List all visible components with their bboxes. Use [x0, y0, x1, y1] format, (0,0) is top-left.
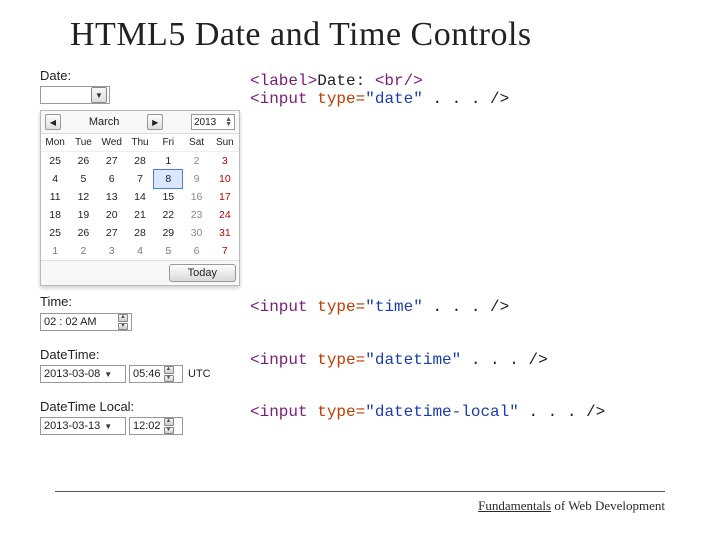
datetime-date-input[interactable]: 2013-03-08▼ — [40, 365, 126, 383]
cal-day[interactable]: 29 — [154, 224, 182, 242]
cal-day[interactable]: 6 — [182, 242, 210, 260]
time-input[interactable]: 02 : 02 AM ▲▼ — [40, 313, 132, 331]
cal-day[interactable]: 21 — [126, 206, 154, 224]
cal-day[interactable]: 10 — [211, 170, 239, 188]
cal-day[interactable]: 5 — [154, 242, 182, 260]
cal-day[interactable]: 1 — [41, 242, 69, 260]
cal-day[interactable]: 1 — [154, 152, 182, 170]
cal-day[interactable]: 5 — [69, 170, 97, 188]
date-input[interactable]: ▼ — [40, 86, 110, 104]
cal-day[interactable]: 31 — [211, 224, 239, 242]
datetimelocal-row: DateTime Local: 2013-03-13▼ 12:02▲▼ <inp… — [40, 399, 680, 435]
spinner-icon[interactable]: ▲▼ — [164, 366, 174, 382]
cal-day-selected[interactable]: 8 — [154, 170, 182, 188]
code-time: <input type="time" . . . /> — [250, 294, 680, 316]
cal-day[interactable]: 23 — [182, 206, 210, 224]
cal-day[interactable]: 17 — [211, 188, 239, 206]
datetimelocal-date-input[interactable]: 2013-03-13▼ — [40, 417, 126, 435]
cal-day[interactable]: 27 — [98, 224, 126, 242]
cal-day[interactable]: 19 — [69, 206, 97, 224]
cal-day[interactable]: 3 — [211, 152, 239, 170]
cal-day[interactable]: 13 — [98, 188, 126, 206]
cal-day[interactable]: 7 — [126, 170, 154, 188]
calendar-year-value: 2013 — [194, 117, 216, 128]
cal-day[interactable]: 25 — [41, 224, 69, 242]
chevron-down-icon[interactable]: ▼ — [91, 87, 107, 103]
cal-day[interactable]: 25 — [41, 152, 69, 170]
dow: Mon — [41, 134, 69, 152]
footer-text: Fundamentals of Web Development — [478, 498, 665, 514]
cal-day[interactable]: 16 — [182, 188, 210, 206]
next-month-button[interactable]: ▶ — [147, 114, 163, 130]
code-datetime: <input type="datetime" . . . /> — [250, 347, 680, 369]
prev-month-button[interactable]: ◀ — [45, 114, 61, 130]
datetimelocal-label: DateTime Local: — [40, 399, 250, 414]
time-label: Time: — [40, 294, 250, 309]
cal-day[interactable]: 14 — [126, 188, 154, 206]
cal-day[interactable]: 7 — [211, 242, 239, 260]
cal-day[interactable]: 12 — [69, 188, 97, 206]
utc-label: UTC — [188, 368, 211, 380]
dow: Sat — [182, 134, 210, 152]
code-datetimelocal: <input type="datetime-local" . . . /> — [250, 399, 680, 421]
code-date: <label>Date: <br/> <input type="date" . … — [250, 68, 680, 108]
dow: Wed — [98, 134, 126, 152]
time-value: 02 : 02 AM — [44, 316, 97, 328]
dow: Tue — [69, 134, 97, 152]
cal-day[interactable]: 26 — [69, 152, 97, 170]
cal-day[interactable]: 11 — [41, 188, 69, 206]
time-spinner[interactable]: ▲▼ — [118, 314, 128, 330]
date-label: Date: — [40, 68, 250, 83]
cal-day[interactable]: 28 — [126, 152, 154, 170]
cal-day[interactable]: 22 — [154, 206, 182, 224]
datetime-time-input[interactable]: 05:46▲▼ — [129, 365, 183, 383]
cal-day[interactable]: 15 — [154, 188, 182, 206]
calendar-year[interactable]: 2013 ▲▼ — [191, 114, 235, 130]
today-button[interactable]: Today — [169, 264, 236, 282]
dow: Sun — [211, 134, 239, 152]
datetime-row: DateTime: 2013-03-08▼ 05:46▲▼ UTC <input… — [40, 347, 680, 383]
slide-title: HTML5 Date and Time Controls — [70, 16, 680, 54]
calendar-popup: ◀ March ▶ 2013 ▲▼ Mon Tue Wed Thu Fri Sa… — [40, 110, 240, 286]
calendar-month: March — [89, 116, 120, 128]
cal-day[interactable]: 2 — [69, 242, 97, 260]
cal-day[interactable]: 3 — [98, 242, 126, 260]
cal-day[interactable]: 4 — [41, 170, 69, 188]
dow: Fri — [154, 134, 182, 152]
cal-day[interactable]: 30 — [182, 224, 210, 242]
cal-day[interactable]: 20 — [98, 206, 126, 224]
date-row: Date: ▼ ◀ March ▶ 2013 ▲▼ Mon Tue Wed — [40, 68, 680, 286]
cal-day[interactable]: 28 — [126, 224, 154, 242]
cal-day[interactable]: 2 — [182, 152, 210, 170]
datetimelocal-time-input[interactable]: 12:02▲▼ — [129, 417, 183, 435]
time-row: Time: 02 : 02 AM ▲▼ <input type="time" .… — [40, 294, 680, 331]
cal-day[interactable]: 24 — [211, 206, 239, 224]
footer-divider — [55, 491, 665, 492]
cal-day[interactable]: 4 — [126, 242, 154, 260]
spinner-icon[interactable]: ▲▼ — [164, 418, 174, 434]
cal-day[interactable]: 18 — [41, 206, 69, 224]
cal-day[interactable]: 26 — [69, 224, 97, 242]
datetime-label: DateTime: — [40, 347, 250, 362]
cal-day[interactable]: 6 — [98, 170, 126, 188]
dow: Thu — [126, 134, 154, 152]
cal-day[interactable]: 9 — [182, 170, 210, 188]
cal-day[interactable]: 27 — [98, 152, 126, 170]
